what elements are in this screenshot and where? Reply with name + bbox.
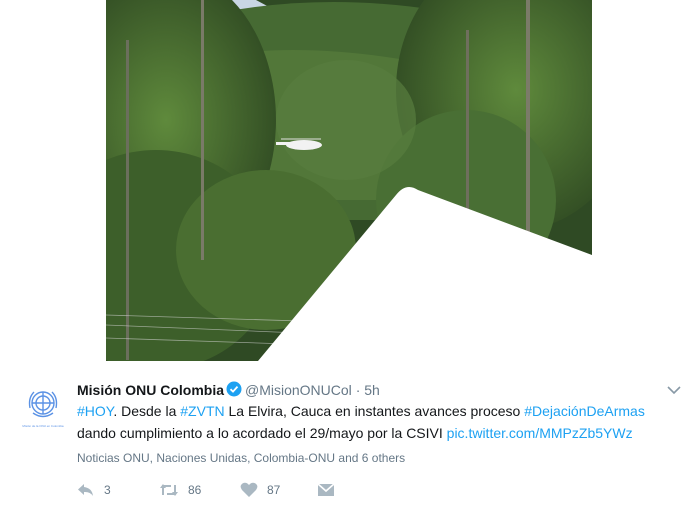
tweet-header: Misión ONU Colombia @MisionONUCol · 5h	[77, 381, 380, 401]
heart-icon	[240, 482, 258, 497]
un-emblem-icon: Misión de la ONU en Colombia	[20, 384, 66, 430]
hashtag-dejacion-de-armas[interactable]: #DejaciónDeArmas	[524, 403, 645, 419]
photo-scene	[106, 0, 592, 361]
direct-message-icon	[317, 483, 335, 496]
pic-link[interactable]: pic.twitter.com/MMPzZb5YWz	[447, 425, 633, 441]
tweet-text-segment: La Elvira, Cauca en instantes avances pr…	[224, 403, 525, 419]
mentioned-accounts[interactable]: Noticias ONU, Naciones Unidas, Colombia-…	[77, 451, 405, 465]
retweet-icon	[160, 484, 178, 496]
tweet-timestamp[interactable]: 5h	[364, 382, 380, 398]
verified-badge-icon	[226, 381, 242, 401]
reply-icon	[78, 484, 93, 496]
tweet-text-segment: dando cumplimiento a lo acordado el 29/m…	[77, 425, 447, 441]
direct-message-button[interactable]	[317, 482, 335, 498]
tweet-media-container	[0, 0, 698, 361]
hashtag-zvtn[interactable]: #ZVTN	[180, 403, 224, 419]
author-name[interactable]: Misión ONU Colombia	[77, 382, 224, 398]
like-count: 87	[267, 483, 281, 497]
tweet-text: #HOY. Desde la #ZVTN La Elvira, Cauca en…	[77, 400, 677, 444]
avatar[interactable]: Misión de la ONU en Colombia	[20, 384, 66, 430]
hashtag-hoy[interactable]: #HOY	[77, 403, 113, 419]
svg-text:Misión de la ONU en Colombia: Misión de la ONU en Colombia	[22, 424, 64, 428]
tweet-text-segment: . Desde la	[113, 403, 181, 419]
chevron-down-icon[interactable]	[667, 382, 681, 395]
retweet-button[interactable]: 86	[159, 482, 201, 498]
like-button[interactable]: 87	[240, 482, 280, 498]
separator-dot: ·	[355, 382, 361, 398]
reply-count: 3	[104, 483, 111, 497]
author-handle[interactable]: @MisionONUCol	[245, 382, 352, 398]
reply-button[interactable]: 3	[77, 482, 111, 498]
retweet-count: 86	[188, 483, 202, 497]
tweet-photo[interactable]	[106, 0, 592, 361]
